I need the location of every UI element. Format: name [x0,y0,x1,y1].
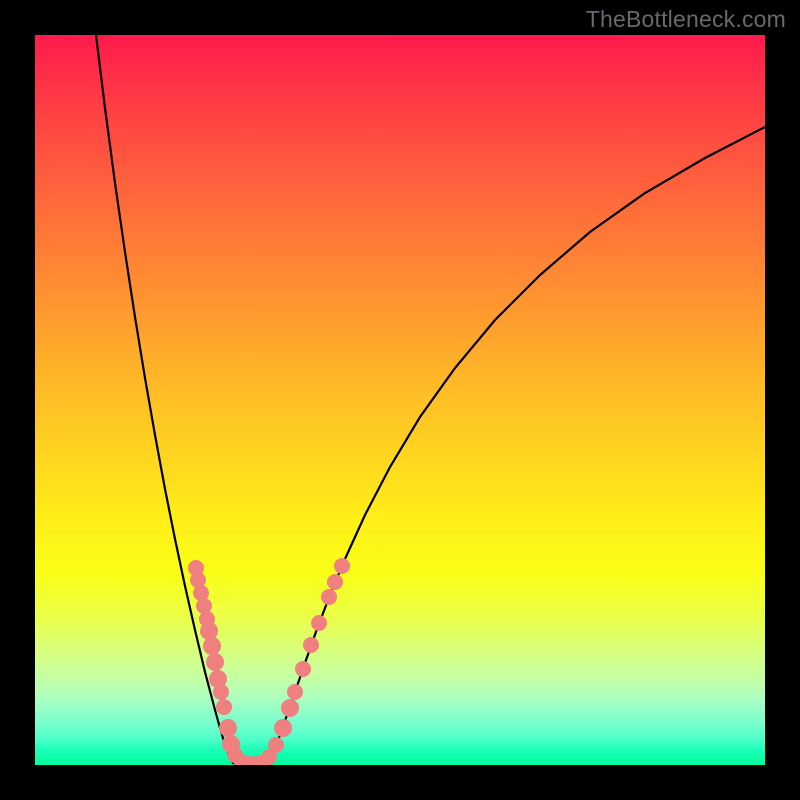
highlight-dots-group [188,558,350,765]
highlight-dot [200,622,218,640]
highlight-dot [334,558,350,574]
highlight-dot [327,574,343,590]
highlight-dot [287,684,303,700]
highlight-dot [321,589,337,605]
highlight-dot [281,699,299,717]
highlight-dot [311,615,327,631]
highlight-dot [295,661,311,677]
highlight-dot [274,719,292,737]
highlight-dot [203,637,221,655]
highlight-dot [213,684,229,700]
plot-area [35,35,765,765]
highlight-dot [303,637,319,653]
highlight-dot [216,699,232,715]
highlight-dot [219,719,237,737]
watermark-text: TheBottleneck.com [586,6,786,33]
highlight-dot [206,653,224,671]
highlight-dot [268,737,284,753]
bottleneck-curve [96,35,765,765]
curve-svg [35,35,765,765]
outer-frame: TheBottleneck.com [0,0,800,800]
